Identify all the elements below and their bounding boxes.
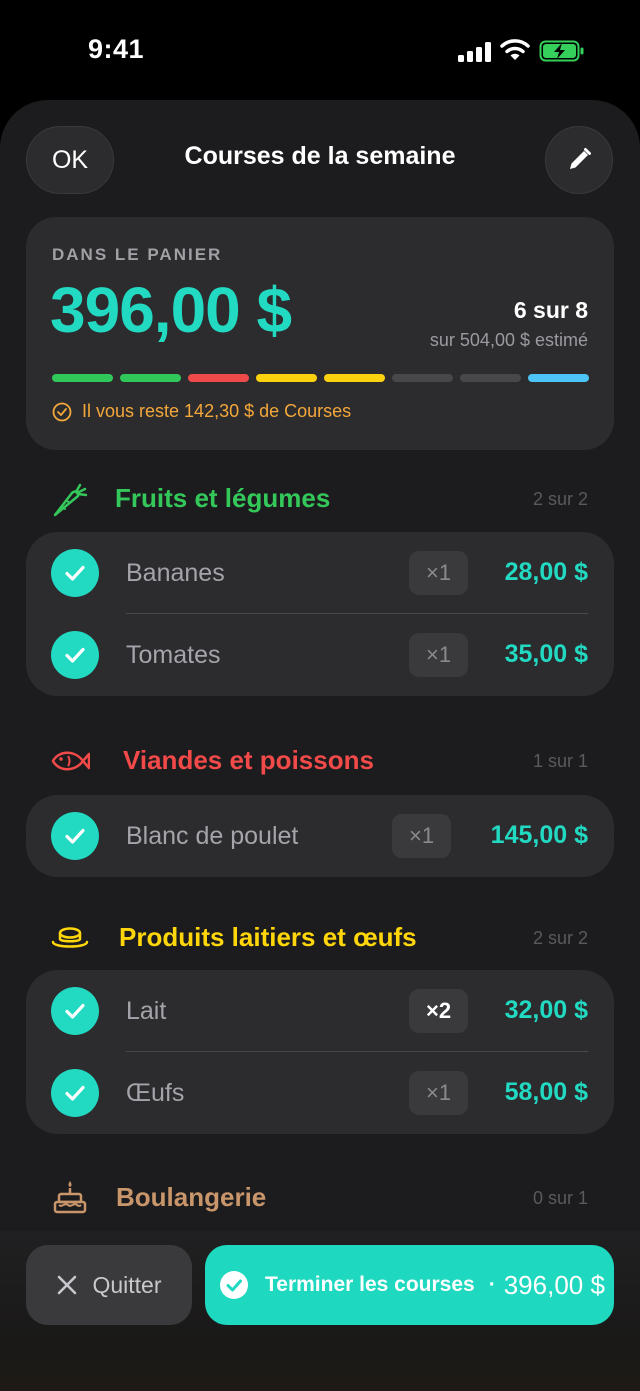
- status-bar: 9:41: [0, 0, 640, 100]
- remaining-budget: Il vous reste 142,30 $ de Courses: [52, 401, 351, 422]
- separator-dot: ·: [488, 1273, 496, 1296]
- quantity-badge[interactable]: ×1: [409, 633, 469, 677]
- cake-icon: [53, 1181, 87, 1214]
- category-title: Produits laitiers et œufs: [119, 922, 417, 952]
- fish-icon: [51, 751, 90, 771]
- progress-segment: [52, 374, 113, 382]
- list-item[interactable]: Œufs ×1 58,00 $: [26, 1052, 614, 1134]
- list-item[interactable]: Blanc de poulet ×1 145,00 $: [26, 795, 614, 877]
- quit-button[interactable]: Quitter: [26, 1245, 192, 1325]
- wifi-icon: [500, 39, 530, 60]
- progress-segment: [324, 374, 385, 382]
- checkmark-icon: [65, 1003, 85, 1019]
- items-progress-count: 6 sur 8: [513, 297, 588, 323]
- category-title: Fruits et légumes: [115, 483, 331, 513]
- checkmark-icon: [65, 828, 85, 844]
- list-item[interactable]: Tomates ×1 35,00 $: [26, 614, 614, 696]
- category-header-fruits[interactable]: Fruits et légumes 2 sur 2: [26, 479, 614, 519]
- checkbox-checked[interactable]: [51, 812, 99, 860]
- dish-icon: [51, 927, 89, 948]
- status-time: 9:41: [88, 34, 145, 64]
- quit-label: Quitter: [92, 1271, 162, 1298]
- estimated-total: sur 504,00 $ estimé: [429, 330, 588, 350]
- item-price: 35,00 $: [504, 640, 588, 668]
- category-count: 2 sur 2: [532, 489, 588, 509]
- category-count: 2 sur 2: [532, 928, 588, 948]
- battery-charging-icon: [539, 40, 584, 62]
- quantity-badge[interactable]: ×1: [409, 551, 469, 595]
- item-price: 28,00 $: [504, 558, 588, 586]
- close-icon: [58, 1275, 77, 1295]
- list-item[interactable]: Lait ×2 32,00 $: [26, 970, 614, 1052]
- carrot-icon: [53, 483, 88, 517]
- progress-segment: [528, 374, 589, 382]
- category-card-dairy: Lait ×2 32,00 $ Œufs ×1 58,00 $: [26, 970, 614, 1134]
- finish-total: 396,00 $: [503, 1269, 605, 1300]
- signal-icon: [458, 42, 492, 62]
- category-title: Viandes et poissons: [123, 745, 374, 775]
- quantity-badge[interactable]: ×1: [392, 814, 452, 858]
- item-price: 32,00 $: [504, 996, 588, 1024]
- shopping-sheet: OK Courses de la semaine DANS LE PANIER …: [0, 100, 640, 1391]
- category-card-fruits: Bananes ×1 28,00 $ Tomates ×1 35,00 $: [26, 532, 614, 696]
- pencil-icon: [570, 148, 591, 169]
- item-name: Œufs: [126, 1079, 185, 1107]
- category-card-meat: Blanc de poulet ×1 145,00 $: [26, 795, 614, 877]
- checkmark-icon: [65, 565, 85, 581]
- category-title: Boulangerie: [116, 1182, 267, 1212]
- progress-segment: [460, 374, 521, 382]
- basket-label: DANS LE PANIER: [52, 245, 223, 264]
- finish-shopping-button[interactable]: Terminer les courses · 396,00 $: [205, 1245, 614, 1325]
- edit-button[interactable]: [545, 126, 613, 194]
- progress-segments: [52, 374, 589, 382]
- ok-button[interactable]: OK: [26, 126, 114, 194]
- progress-segment: [120, 374, 181, 382]
- checkmark-icon: [65, 1085, 85, 1101]
- quantity-badge[interactable]: ×2: [409, 989, 469, 1033]
- category-count: 0 sur 1: [532, 1188, 588, 1208]
- list-item[interactable]: Bananes ×1 28,00 $: [26, 532, 614, 614]
- page-title: Courses de la semaine: [184, 142, 456, 170]
- category-header-bakery[interactable]: Boulangerie 0 sur 1: [26, 1178, 614, 1218]
- basket-total: 396,00 $: [50, 274, 292, 346]
- item-price: 58,00 $: [504, 1078, 588, 1106]
- progress-segment: [392, 374, 453, 382]
- finish-label: Terminer les courses: [265, 1273, 475, 1296]
- category-header-meat[interactable]: Viandes et poissons 1 sur 1: [26, 741, 614, 781]
- item-name: Blanc de poulet: [126, 822, 299, 850]
- progress-segment: [256, 374, 317, 382]
- check-circle-icon: [220, 1271, 248, 1299]
- item-name: Bananes: [126, 559, 225, 587]
- item-name: Tomates: [126, 641, 221, 669]
- basket-summary-card: DANS LE PANIER 396,00 $ 6 sur 8 sur 504,…: [26, 217, 614, 450]
- item-name: Lait: [126, 997, 167, 1025]
- remaining-budget-text: Il vous reste 142,30 $ de Courses: [82, 401, 352, 421]
- checkmark-icon: [65, 647, 85, 663]
- progress-segment: [188, 374, 249, 382]
- item-price: 145,00 $: [490, 821, 588, 849]
- checkbox-checked[interactable]: [51, 631, 99, 679]
- checkbox-checked[interactable]: [51, 549, 99, 597]
- checkbox-checked[interactable]: [51, 1069, 99, 1117]
- category-count: 1 sur 1: [532, 751, 588, 771]
- check-circle-icon: [52, 402, 72, 421]
- quantity-badge[interactable]: ×1: [409, 1071, 469, 1115]
- category-header-dairy[interactable]: Produits laitiers et œufs 2 sur 2: [26, 918, 614, 958]
- checkbox-checked[interactable]: [51, 987, 99, 1035]
